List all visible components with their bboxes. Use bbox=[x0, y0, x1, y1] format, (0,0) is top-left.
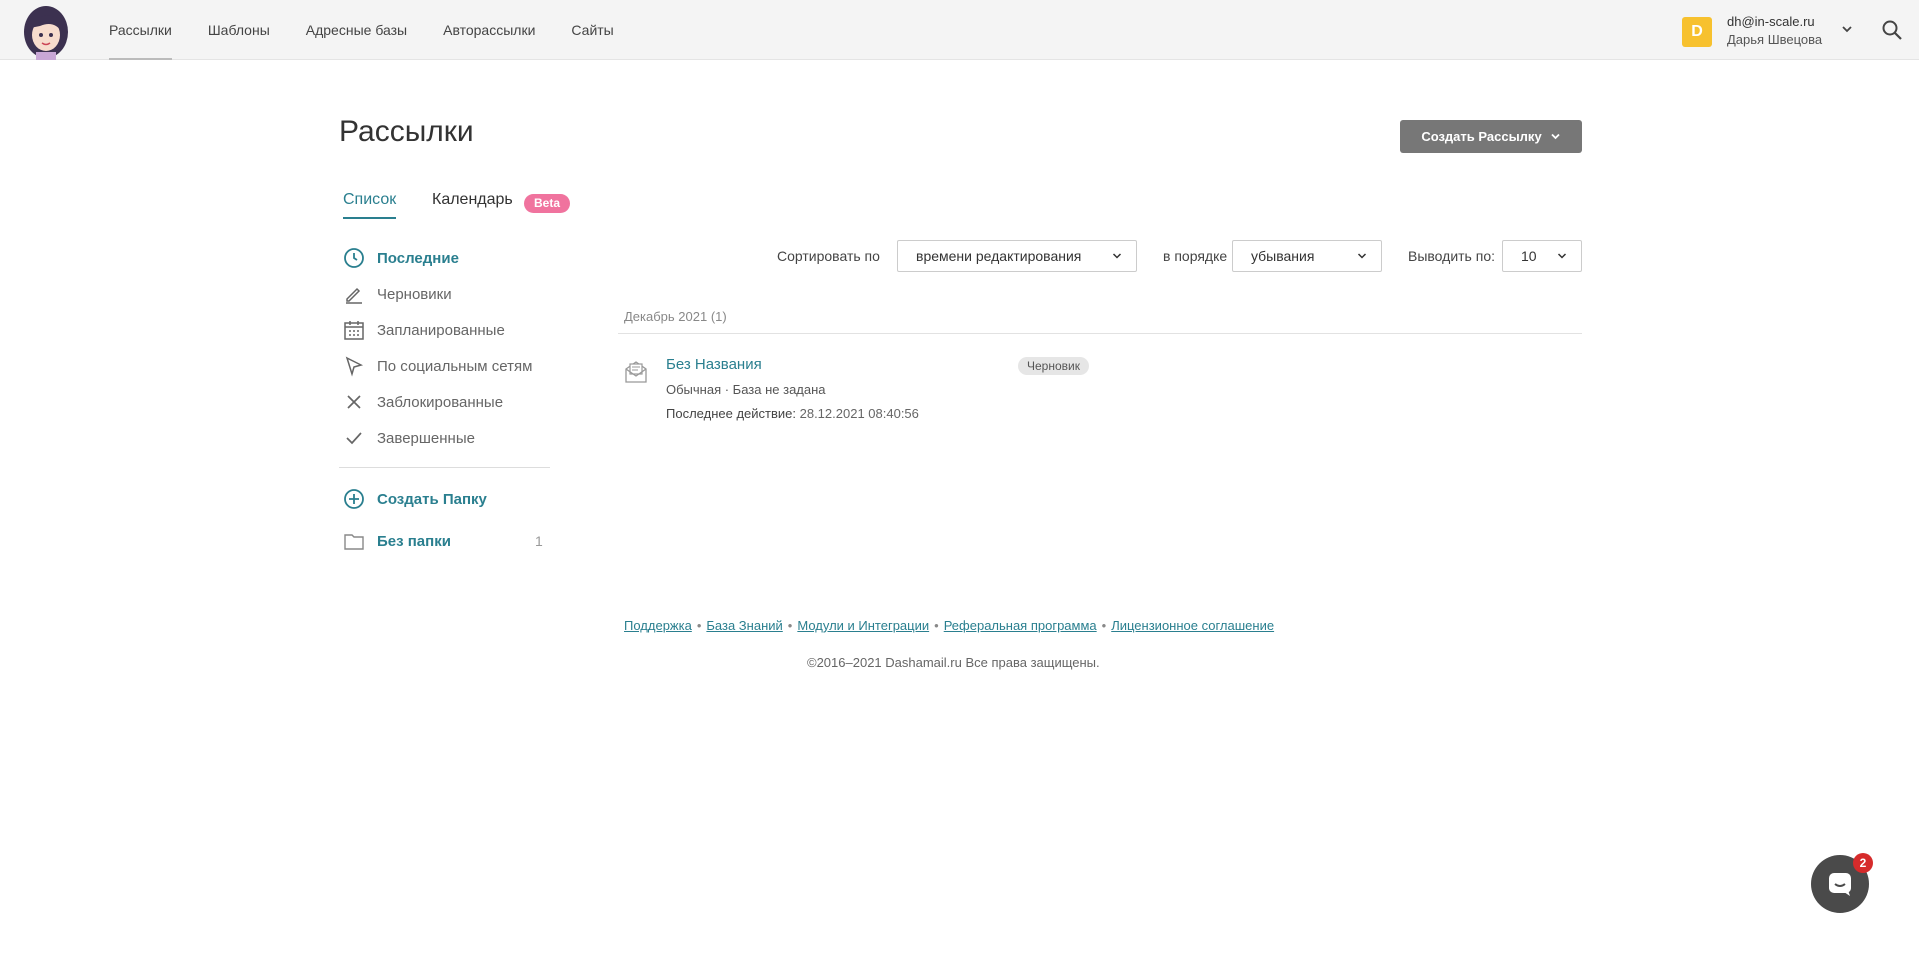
sort-select-value: времени редактирования bbox=[916, 248, 1082, 264]
nav-autocampaigns[interactable]: Авторассылки bbox=[443, 0, 535, 60]
chevron-down-icon[interactable] bbox=[1840, 22, 1854, 36]
footer-links: Поддержка • База Знаний • Модули и Интеграци… bbox=[624, 618, 1274, 633]
chevron-down-icon bbox=[1357, 253, 1367, 259]
footer-separator: • bbox=[787, 618, 793, 633]
footer-separator: • bbox=[696, 618, 702, 633]
per-page-select-value: 10 bbox=[1521, 248, 1537, 264]
chat-icon bbox=[1829, 873, 1851, 896]
folder-label: Без папки bbox=[377, 532, 451, 550]
page-title: Рассылки bbox=[339, 115, 474, 148]
order-label: в порядке bbox=[1163, 248, 1228, 264]
campaign-meta: Обычная · База не задана bbox=[666, 382, 826, 397]
clock-icon bbox=[343, 247, 365, 269]
cursor-icon bbox=[343, 355, 365, 377]
order-select-value: убывания bbox=[1251, 248, 1315, 264]
campaign-title-link[interactable]: Без Названия bbox=[666, 356, 762, 373]
footer-link-knowledge-base[interactable]: База Знаний bbox=[706, 618, 782, 633]
create-folder-label: Создать Папку bbox=[377, 490, 487, 508]
campaign-last-action: Последнее действие: 28.12.2021 08:40:56 bbox=[666, 406, 919, 421]
nav-address-bases[interactable]: Адресные базы bbox=[306, 0, 407, 60]
status-badge: Черновик bbox=[1018, 357, 1089, 375]
footer-link-license[interactable]: Лицензионное соглашение bbox=[1111, 618, 1274, 633]
copyright: ©2016–2021 Dashamail.ru Все права защище… bbox=[807, 655, 1100, 670]
sidebar-item-blocked[interactable]: Заблокированные bbox=[343, 391, 503, 413]
chevron-down-icon bbox=[1551, 133, 1560, 140]
per-page-select[interactable]: 10 bbox=[1502, 240, 1582, 272]
create-campaign-label: Создать Рассылку bbox=[1421, 129, 1542, 144]
check-icon bbox=[343, 427, 365, 449]
pencil-icon bbox=[343, 283, 365, 305]
beta-badge: Beta bbox=[524, 194, 571, 213]
sidebar-item-scheduled[interactable]: Запланированные bbox=[343, 319, 505, 341]
nav-campaigns[interactable]: Рассылки bbox=[109, 0, 172, 60]
sidebar-item-recent[interactable]: Последние bbox=[343, 247, 459, 269]
cross-icon bbox=[343, 391, 365, 413]
group-divider bbox=[618, 333, 1582, 334]
tab-list[interactable]: Список bbox=[343, 191, 397, 219]
sort-select[interactable]: времени редактирования bbox=[897, 240, 1137, 272]
user-name[interactable]: Дарья Швецова bbox=[1727, 32, 1822, 47]
plus-circle-icon bbox=[343, 488, 365, 510]
footer-separator: • bbox=[1101, 618, 1107, 633]
sidebar-item-social[interactable]: По социальным сетям bbox=[343, 355, 532, 377]
group-heading: Декабрь 2021 (1) bbox=[624, 309, 727, 324]
envelope-icon bbox=[625, 361, 647, 383]
chevron-down-icon bbox=[1112, 253, 1122, 259]
footer-link-referral[interactable]: Реферальная программа bbox=[944, 618, 1097, 633]
last-action-value: 28.12.2021 08:40:56 bbox=[799, 406, 919, 421]
sidebar-item-drafts[interactable]: Черновики bbox=[343, 283, 452, 305]
sidebar-item-label: Запланированные bbox=[377, 321, 505, 339]
sidebar-item-label: По социальным сетям bbox=[377, 357, 533, 375]
search-icon[interactable] bbox=[1881, 19, 1903, 41]
sidebar-item-label: Черновики bbox=[377, 285, 452, 303]
last-action-label: Последнее действие: bbox=[666, 406, 796, 421]
footer-link-modules[interactable]: Модули и Интеграции bbox=[797, 618, 929, 633]
nav-sites[interactable]: Сайты bbox=[571, 0, 613, 60]
main-nav: Рассылки Шаблоны Адресные базы Авторассы… bbox=[109, 0, 650, 60]
sidebar-item-label: Завершенные bbox=[377, 429, 475, 447]
top-bar: Рассылки Шаблоны Адресные базы Авторассы… bbox=[0, 0, 1919, 60]
user-email[interactable]: dh@in-scale.ru bbox=[1727, 14, 1815, 29]
tab-calendar[interactable]: Календарь bbox=[432, 191, 513, 209]
create-folder-button[interactable]: Создать Папку bbox=[343, 488, 487, 510]
chat-unread-badge: 2 bbox=[1853, 853, 1873, 873]
sidebar-item-completed[interactable]: Завершенные bbox=[343, 427, 475, 449]
sidebar-item-label: Последние bbox=[377, 249, 459, 267]
sidebar-divider bbox=[339, 467, 550, 468]
sort-label: Сортировать по bbox=[777, 248, 880, 264]
order-select[interactable]: убывания bbox=[1232, 240, 1382, 272]
create-campaign-button[interactable]: Создать Рассылку bbox=[1400, 120, 1582, 153]
user-avatar[interactable]: D bbox=[1682, 17, 1712, 47]
footer-separator: • bbox=[934, 618, 939, 633]
folder-icon bbox=[343, 530, 365, 552]
footer-link-support[interactable]: Поддержка bbox=[624, 618, 692, 633]
folder-item-no-folder[interactable]: Без папки bbox=[343, 530, 451, 552]
chevron-down-icon bbox=[1557, 253, 1567, 259]
logo-avatar-icon[interactable] bbox=[18, 2, 74, 60]
folder-count: 1 bbox=[535, 533, 543, 549]
sidebar-item-label: Заблокированные bbox=[377, 393, 504, 411]
per-page-label: Выводить по: bbox=[1408, 248, 1496, 264]
nav-templates[interactable]: Шаблоны bbox=[208, 0, 270, 60]
calendar-icon bbox=[343, 319, 365, 341]
